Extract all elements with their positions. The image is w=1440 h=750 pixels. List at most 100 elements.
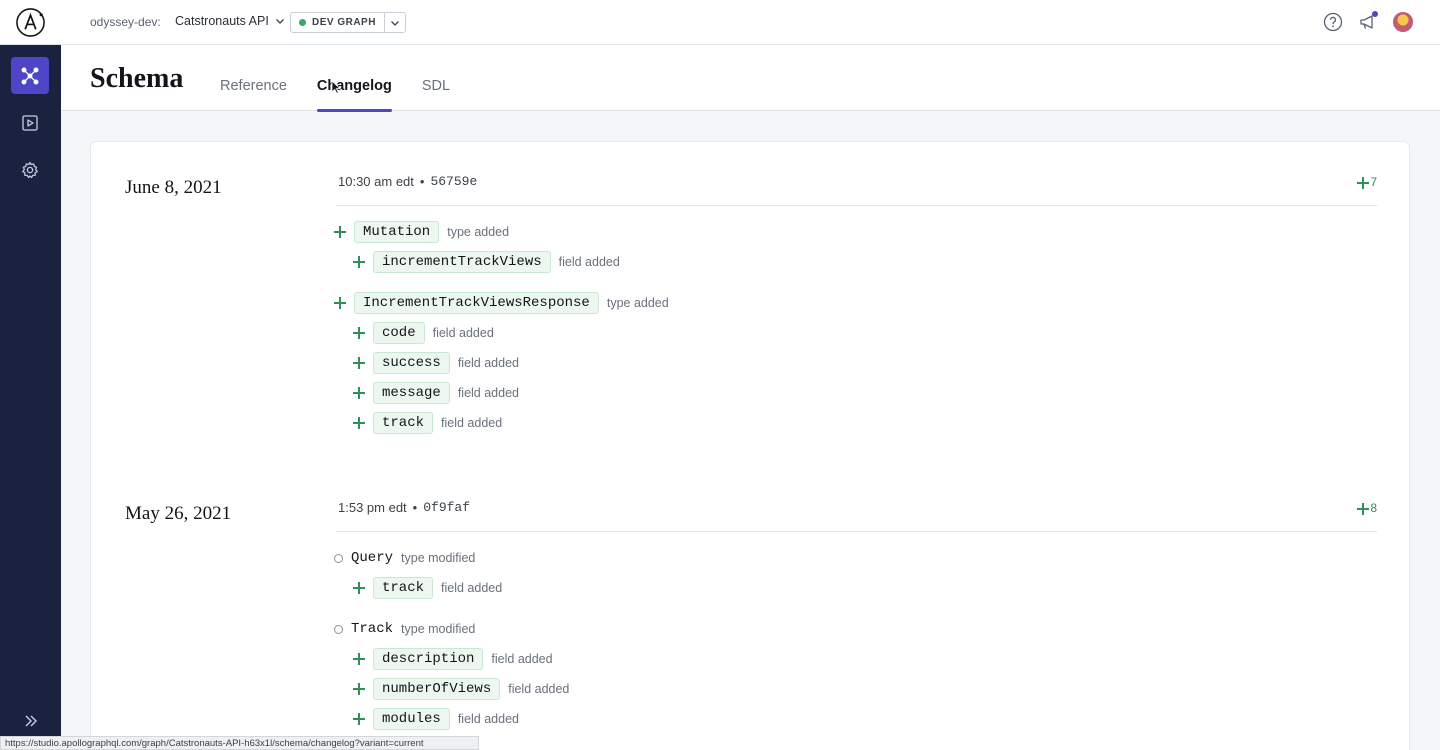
change-count-value: 7 [1370,175,1377,189]
plus-icon [334,297,346,309]
modified-circle-icon [334,624,343,634]
change-row: code field added [353,321,494,345]
tab-sdl[interactable]: SDL [422,45,450,111]
change-name[interactable]: description [373,648,484,670]
change-desc: type modified [401,622,476,636]
change-row: track field added [353,411,502,435]
change-name[interactable]: success [373,352,450,374]
graph-selector[interactable]: Catstronauts API [175,14,285,28]
nav-schema-button[interactable] [11,57,49,94]
entry-change-count: 8 [1357,501,1377,515]
gear-icon [22,161,38,178]
change-desc: field added [441,581,503,595]
variant-label-group: DEV GRAPH [291,13,385,32]
change-row: incrementTrackViews field added [353,250,620,274]
schema-tabs: Reference Changelog SDL [220,45,450,112]
change-name[interactable]: numberOfViews [373,678,501,700]
change-desc: field added [457,712,519,726]
change-name[interactable]: modules [373,708,450,730]
help-button[interactable] [1322,11,1344,33]
entry-date: May 26, 2021 [125,503,232,524]
change-name[interactable]: message [373,382,450,404]
plus-icon [353,653,365,665]
change-row: success field added [353,351,519,375]
entry-date: June 8, 2021 [125,177,222,198]
change-name[interactable]: incrementTrackViews [373,251,551,273]
nav-explorer-button[interactable] [11,104,49,141]
changelog-card: June 8, 2021 10:30 am edt • 56759e 7 Mut… [90,141,1410,750]
modified-circle-icon [334,553,343,563]
org-name[interactable]: odyssey-dev: [90,15,161,29]
help-icon [1323,12,1343,32]
variant-selector[interactable]: DEV GRAPH [290,12,406,33]
change-count-value: 8 [1370,501,1377,515]
change-name[interactable]: track [373,412,434,434]
plus-icon [334,226,346,238]
notification-dot [1372,11,1378,17]
page-title: Schema [90,63,184,94]
plus-icon [353,713,365,725]
play-square-icon [22,114,38,131]
variant-status-dot [299,19,306,26]
plus-icon [353,417,365,429]
plus-icon [353,582,365,594]
change-row: Query type modified [334,546,475,570]
plus-icon [353,256,365,268]
expand-nav-button[interactable] [20,710,42,732]
avatar [1393,12,1413,32]
chevron-down-icon [390,20,399,26]
tab-reference[interactable]: Reference [220,45,287,111]
apollo-logo-icon[interactable] [15,7,46,38]
variant-dropdown-button[interactable] [385,13,405,32]
entry-time: 10:30 am edt [338,174,414,189]
user-menu-button[interactable] [1392,11,1414,33]
change-row: track field added [353,576,502,600]
entry-meta: 10:30 am edt • 56759e [338,174,477,189]
change-name[interactable]: Mutation [354,221,440,243]
chevron-down-icon [275,19,284,24]
nav-settings-button[interactable] [11,151,49,188]
change-desc: field added [441,416,503,430]
entry-meta: 1:53 pm edt • 0f9faf [338,500,470,515]
change-row: modules field added [353,707,519,731]
change-name[interactable]: Track [351,621,393,637]
change-name[interactable]: code [373,322,425,344]
entry-divider [336,205,1377,206]
change-desc: type added [447,225,510,239]
graph-name: Catstronauts API [175,14,269,28]
change-desc: field added [558,255,620,269]
entry-time: 1:53 pm edt [338,500,407,515]
plus-icon [353,357,365,369]
page-header: Schema Reference Changelog SDL [61,45,1440,112]
change-row: description field added [353,647,553,671]
entry-divider [336,531,1377,532]
change-desc: field added [508,682,570,696]
change-name[interactable]: IncrementTrackViewsResponse [354,292,599,314]
change-desc: field added [457,356,519,370]
change-desc: field added [457,386,519,400]
change-row: IncrementTrackViewsResponse type added [334,291,669,315]
meta-separator: • [412,500,418,515]
meta-separator: • [419,174,425,189]
plus-icon [1357,503,1370,515]
change-desc: type modified [401,551,476,565]
plus-icon [1357,177,1370,189]
variant-label: DEV GRAPH [312,17,376,28]
change-row: Track type modified [334,617,475,641]
change-name[interactable]: track [373,577,434,599]
change-row: Mutation type added [334,220,509,244]
change-desc: field added [491,652,553,666]
plus-icon [353,387,365,399]
announcements-button[interactable] [1357,11,1379,33]
change-desc: field added [432,326,494,340]
tab-changelog[interactable]: Changelog [316,45,392,112]
entry-hash[interactable]: 0f9faf [423,500,470,515]
double-chevron-right-icon [25,715,37,727]
top-bar: odyssey-dev: Catstronauts API DEV GRAPH [0,0,1440,45]
change-row: numberOfViews field added [353,677,569,701]
top-right-actions [1322,11,1414,33]
change-row: message field added [353,381,519,405]
change-name[interactable]: Query [351,550,393,566]
change-desc: type added [606,296,669,310]
entry-hash[interactable]: 56759e [430,174,477,189]
